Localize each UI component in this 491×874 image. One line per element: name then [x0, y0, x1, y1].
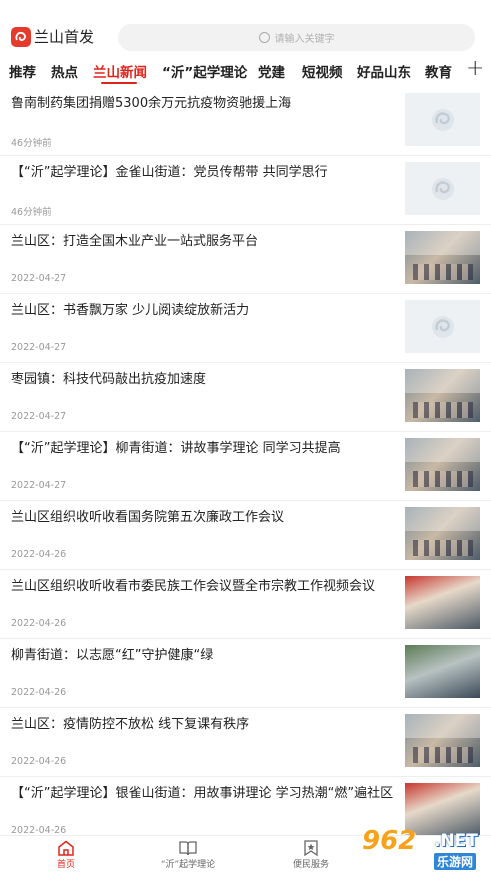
news-thumbnail — [405, 231, 480, 284]
news-time: 46分钟前 — [11, 138, 52, 149]
news-item[interactable]: 兰山区：书香飘万家 少儿阅读绽放新活力 2022-04-27 — [0, 294, 491, 363]
active-tab-indicator — [101, 82, 137, 84]
placeholder-logo-icon — [405, 300, 480, 353]
book-icon — [179, 841, 197, 856]
news-item[interactable]: 兰山区：打造全国木业产业一站式服务平台 2022-04-27 — [0, 225, 491, 294]
news-thumbnail — [405, 438, 480, 491]
add-tab-button[interactable]: + — [466, 56, 484, 81]
news-title: 柳青街道：以志愿“红”守护健康“绿 — [11, 648, 214, 663]
news-time: 2022-04-26 — [11, 756, 67, 767]
news-time: 2022-04-27 — [11, 480, 67, 491]
news-title: 【“沂”起学理论】柳青街道：讲故事学理论 同学习共提高 — [11, 441, 341, 456]
nav-home-label: 首页 — [56, 860, 75, 870]
watermark-number: 962 — [362, 826, 417, 856]
news-item[interactable]: 柳青街道：以志愿“红”守护健康“绿 2022-04-26 — [0, 639, 491, 708]
watermark-logo: 962 .NET 乐游网 — [360, 826, 491, 874]
news-title: 鲁南制药集团捐赠5300余万元抗疫物资驰援上海 — [11, 96, 292, 111]
nav-theory[interactable]: “沂”起学理论 — [148, 840, 228, 870]
tab-theory[interactable]: “沂”起学理论 — [162, 61, 247, 81]
news-title: 【“沂”起学理论】金雀山街道：党员传帮带 共同学思行 — [11, 165, 328, 180]
news-thumbnail — [405, 645, 480, 698]
news-thumbnail — [405, 576, 480, 629]
news-title: 兰山区：疫情防控不放松 线下复课有秩序 — [11, 717, 250, 732]
news-item[interactable]: 兰山区组织收听收看市委民族工作会议暨全市宗教工作视频会议 2022-04-26 — [0, 570, 491, 639]
home-icon — [58, 840, 74, 856]
news-time: 2022-04-27 — [11, 411, 67, 422]
news-item[interactable]: 【“沂”起学理论】柳青街道：讲故事学理论 同学习共提高 2022-04-27 — [0, 432, 491, 501]
news-item[interactable]: 鲁南制药集团捐赠5300余万元抗疫物资驰援上海 46分钟前 — [0, 87, 491, 156]
tab-education[interactable]: 教育 — [425, 61, 452, 81]
search-bar[interactable]: 请输入关键字 — [118, 24, 475, 51]
nav-theory-label: “沂”起学理论 — [160, 860, 216, 870]
search-placeholder: 请输入关键字 — [274, 34, 335, 45]
placeholder-logo-icon — [405, 93, 480, 146]
top-bar: 兰山首发 请输入关键字 — [0, 0, 491, 56]
news-title: 枣园镇：科技代码敲出抗疫加速度 — [11, 372, 207, 387]
news-time: 2022-04-26 — [11, 618, 67, 629]
news-title: 兰山区：打造全国木业产业一站式服务平台 — [11, 234, 259, 249]
news-item[interactable]: 【“沂”起学理论】金雀山街道：党员传帮带 共同学思行 46分钟前 — [0, 156, 491, 225]
tab-shandong-goods[interactable]: 好品山东 — [357, 61, 411, 81]
news-item[interactable]: 枣园镇：科技代码敲出抗疫加速度 2022-04-27 — [0, 363, 491, 432]
nav-services[interactable]: 便民服务 — [271, 840, 351, 870]
news-time: 2022-04-27 — [11, 273, 67, 284]
nav-home[interactable]: 首页 — [26, 840, 106, 870]
news-thumbnail — [405, 369, 480, 422]
news-item[interactable]: 兰山区：疫情防控不放松 线下复课有秩序 2022-04-26 — [0, 708, 491, 777]
news-thumbnail — [405, 714, 480, 767]
news-time: 2022-04-27 — [11, 342, 67, 353]
tab-lanshan-news[interactable]: 兰山新闻 — [93, 61, 147, 81]
news-time: 46分钟前 — [11, 207, 52, 218]
news-title: 兰山区组织收听收看市委民族工作会议暨全市宗教工作视频会议 — [11, 579, 376, 594]
bookmark-star-icon — [304, 840, 318, 856]
news-title: 兰山区：书香飘万家 少儿阅读绽放新活力 — [11, 303, 250, 318]
news-time: 2022-04-26 — [11, 687, 67, 698]
tab-recommend[interactable]: 推荐 — [9, 61, 36, 81]
news-title: 兰山区组织收听收看国务院第五次廉政工作会议 — [11, 510, 285, 525]
watermark-net: .NET — [434, 831, 478, 851]
nav-services-label: 便民服务 — [292, 860, 329, 870]
watermark-sub: 乐游网 — [434, 853, 477, 870]
app-title: 兰山首发 — [34, 28, 95, 46]
news-title: 【“沂”起学理论】银雀山街道：用故事讲理论 学习热潮“燃”遍社区 — [11, 786, 394, 801]
tab-party[interactable]: 党建 — [258, 61, 285, 81]
search-icon — [258, 32, 270, 43]
tab-short-video[interactable]: 短视频 — [302, 61, 343, 81]
news-thumbnail — [405, 507, 480, 560]
news-item[interactable]: 兰山区组织收听收看国务院第五次廉政工作会议 2022-04-26 — [0, 501, 491, 570]
tab-hot[interactable]: 热点 — [51, 61, 78, 81]
news-time: 2022-04-26 — [11, 549, 67, 560]
placeholder-logo-icon — [405, 162, 480, 215]
app-logo-icon — [11, 27, 31, 47]
category-tabs: 推荐 热点 兰山新闻 “沂”起学理论 党建 短视频 好品山东 教育 — [0, 56, 491, 88]
